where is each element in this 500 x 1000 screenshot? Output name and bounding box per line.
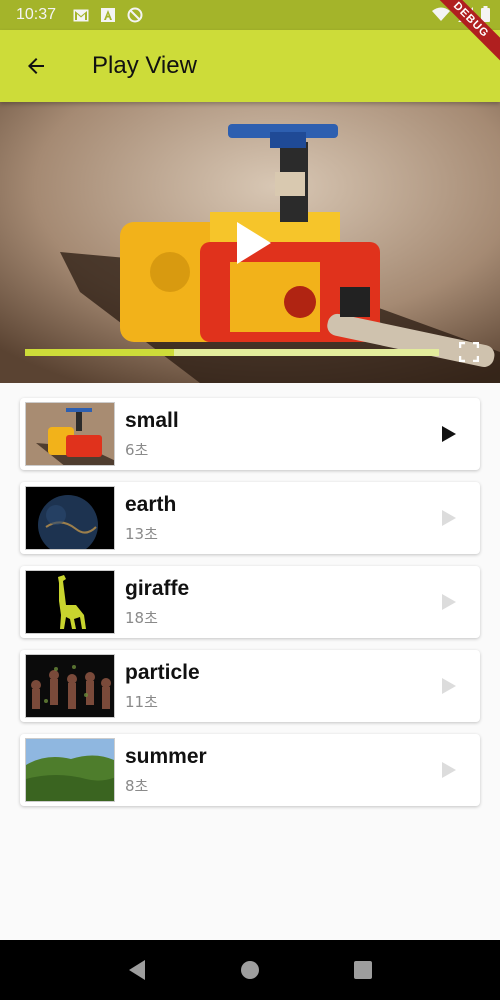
list-item-text: giraffe 18초 xyxy=(125,577,434,628)
back-triangle-icon xyxy=(128,960,145,980)
video-duration: 8초 xyxy=(125,776,149,795)
list-item-earth[interactable]: earth 13초 xyxy=(20,482,480,554)
play-icon xyxy=(237,222,271,264)
video-thumbnail xyxy=(25,486,115,550)
video-title: giraffe xyxy=(125,576,190,600)
page-title: Play View xyxy=(92,52,197,79)
a-badge-icon xyxy=(99,8,116,23)
video-title: small xyxy=(125,408,179,432)
nav-back-button[interactable] xyxy=(121,954,153,986)
play-icon[interactable] xyxy=(434,671,464,701)
list-item-summer[interactable]: summer 8초 xyxy=(20,734,480,806)
play-icon[interactable] xyxy=(434,587,464,617)
list-item-text: small 6초 xyxy=(125,409,434,460)
video-title: earth xyxy=(125,492,177,516)
app-bar: Play View xyxy=(0,30,500,102)
back-button[interactable] xyxy=(16,46,56,86)
wifi-icon xyxy=(432,7,450,26)
video-progress-bar[interactable] xyxy=(25,349,439,356)
status-bar: 10:37 xyxy=(0,0,500,30)
home-circle-icon xyxy=(240,961,259,979)
list-item-giraffe[interactable]: giraffe 18초 xyxy=(20,566,480,638)
video-duration: 11초 xyxy=(125,692,158,711)
video-thumbnail xyxy=(25,654,115,718)
play-icon[interactable] xyxy=(434,503,464,533)
signal-icon xyxy=(458,6,473,26)
play-icon[interactable] xyxy=(434,755,464,785)
list-item-particle[interactable]: particle 11초 xyxy=(20,650,480,722)
video-thumbnail xyxy=(25,570,115,634)
video-title: particle xyxy=(125,660,200,684)
fullscreen-icon xyxy=(459,342,479,362)
nav-recents-button[interactable] xyxy=(347,954,379,986)
video-duration: 6초 xyxy=(125,440,149,459)
video-progress-fill xyxy=(25,349,175,356)
status-time: 10:37 xyxy=(16,6,57,23)
no-data-icon xyxy=(126,7,143,23)
video-duration: 18초 xyxy=(125,608,158,627)
battery-icon xyxy=(481,6,490,26)
status-system-icons xyxy=(432,6,490,26)
list-item-text: particle 11초 xyxy=(125,661,434,712)
gmail-icon xyxy=(72,8,89,23)
fullscreen-button[interactable] xyxy=(457,340,481,364)
video-player[interactable] xyxy=(0,102,500,383)
play-icon[interactable] xyxy=(434,419,464,449)
list-item-small[interactable]: small 6초 xyxy=(20,398,480,470)
arrow-back-icon xyxy=(28,58,44,74)
nav-home-button[interactable] xyxy=(234,954,266,986)
status-notification-icons xyxy=(72,7,143,23)
play-button[interactable] xyxy=(228,218,278,268)
video-duration: 13초 xyxy=(125,524,158,543)
video-thumbnail xyxy=(25,738,115,802)
system-nav-bar xyxy=(0,940,500,1000)
list-item-text: earth 13초 xyxy=(125,493,434,544)
list-item-text: summer 8초 xyxy=(125,745,434,796)
recents-square-icon xyxy=(354,961,373,979)
video-list: small 6초 earth 13초 giraffe 18초 particle … xyxy=(20,398,480,818)
video-thumbnail xyxy=(25,402,115,466)
video-title: summer xyxy=(125,744,207,768)
